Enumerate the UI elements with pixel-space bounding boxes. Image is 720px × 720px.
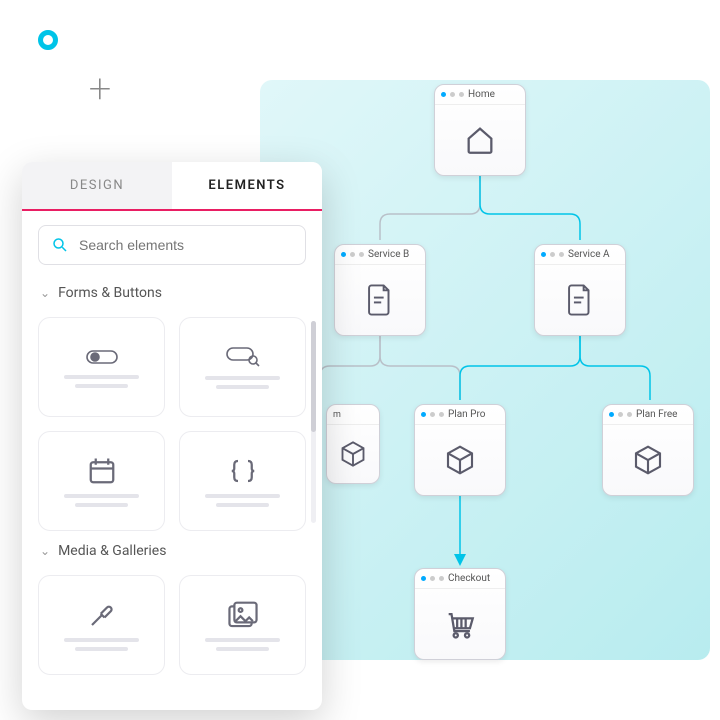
decoration-ring bbox=[38, 30, 58, 50]
node-service-a[interactable]: Service A bbox=[534, 244, 626, 336]
node-header: Service A bbox=[535, 245, 625, 265]
tab-elements[interactable]: ELEMENTS bbox=[172, 162, 322, 209]
home-icon bbox=[463, 123, 497, 157]
node-plan-pro[interactable]: Plan Pro bbox=[414, 404, 506, 496]
document-icon bbox=[565, 283, 595, 317]
elements-panel: DESIGN ELEMENTS ⌄ Forms & Buttons bbox=[22, 162, 322, 710]
chevron-down-icon: ⌄ bbox=[40, 286, 50, 300]
braces-icon bbox=[228, 456, 258, 486]
node-plan-partial[interactable]: m bbox=[326, 404, 380, 484]
box-icon bbox=[632, 444, 664, 476]
scrollbar-thumb[interactable] bbox=[311, 321, 316, 432]
chevron-down-icon: ⌄ bbox=[40, 544, 50, 558]
node-label: Plan Free bbox=[636, 409, 677, 420]
element-datepicker[interactable] bbox=[38, 431, 165, 531]
box-icon bbox=[339, 440, 367, 468]
section-title: Media & Galleries bbox=[58, 543, 166, 559]
calendar-icon bbox=[87, 456, 117, 486]
tab-design[interactable]: DESIGN bbox=[22, 162, 172, 209]
scrollbar[interactable] bbox=[311, 321, 316, 523]
node-label: Home bbox=[468, 89, 495, 100]
element-gallery[interactable] bbox=[179, 575, 306, 675]
search-input[interactable] bbox=[79, 237, 293, 253]
panel-tabs: DESIGN ELEMENTS bbox=[22, 162, 322, 211]
search-input-wrapper[interactable] bbox=[38, 225, 306, 265]
section-forms-header[interactable]: ⌄ Forms & Buttons bbox=[22, 279, 322, 307]
cart-icon bbox=[443, 607, 477, 641]
node-header: Plan Pro bbox=[415, 405, 505, 425]
node-header: Plan Free bbox=[603, 405, 693, 425]
element-toggle[interactable] bbox=[38, 317, 165, 417]
toggle-icon bbox=[85, 347, 119, 367]
section-media-header[interactable]: ⌄ Media & Galleries bbox=[22, 537, 322, 565]
element-eyedropper[interactable] bbox=[38, 575, 165, 675]
node-checkout[interactable]: Checkout bbox=[414, 568, 506, 660]
node-plan-free[interactable]: Plan Free bbox=[602, 404, 694, 496]
document-icon bbox=[365, 283, 395, 317]
node-header: Home bbox=[435, 85, 525, 105]
node-header: m bbox=[327, 405, 379, 425]
element-code[interactable] bbox=[179, 431, 306, 531]
node-label: Service B bbox=[368, 249, 409, 260]
node-label: Plan Pro bbox=[448, 409, 486, 420]
node-label: Service A bbox=[568, 249, 610, 260]
section-title: Forms & Buttons bbox=[58, 285, 162, 301]
box-icon bbox=[444, 444, 476, 476]
element-search-field[interactable] bbox=[179, 317, 306, 417]
decoration-plus-icon: + bbox=[72, 60, 128, 116]
node-header: Checkout bbox=[415, 569, 505, 589]
node-home[interactable]: Home bbox=[434, 84, 526, 176]
search-field-icon bbox=[225, 346, 261, 368]
node-label: Checkout bbox=[448, 573, 490, 584]
eyedropper-icon bbox=[87, 600, 117, 630]
node-header: Service B bbox=[335, 245, 425, 265]
node-label: m bbox=[333, 410, 341, 420]
gallery-icon bbox=[227, 600, 259, 630]
search-icon bbox=[51, 236, 69, 254]
node-service-b[interactable]: Service B bbox=[334, 244, 426, 336]
